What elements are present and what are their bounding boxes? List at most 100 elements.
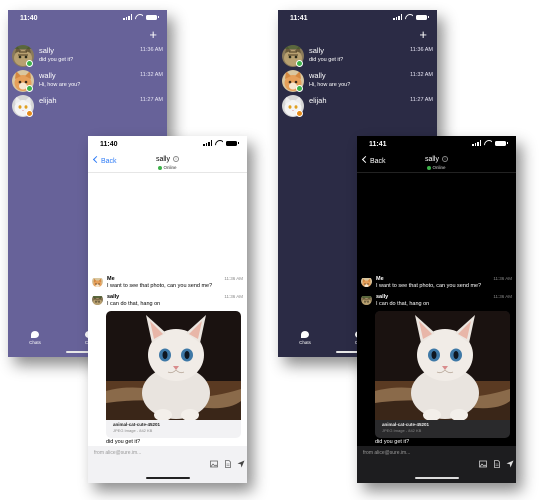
message-sender: sally [107, 294, 120, 300]
chat-preview: Hi, how are you? [309, 82, 351, 88]
message-time: 11:36 AM [224, 294, 243, 299]
message-input[interactable]: from alice@sure.im... [363, 450, 410, 456]
home-indicator[interactable] [145, 477, 190, 479]
presence-online-icon [427, 165, 432, 170]
cat-photo-image [106, 311, 241, 420]
status-bar: 11:40 [8, 10, 167, 30]
image-attachment[interactable]: animal-cat-cute-45201 JPEG Image - 842 K… [375, 311, 510, 438]
attachment-meta: JPEG Image - 842 KB [382, 428, 422, 433]
contact-name: sally [155, 156, 170, 163]
signal-icon [393, 14, 402, 20]
signal-icon [472, 140, 481, 146]
tab-label: Chats [299, 340, 311, 345]
battery-icon [146, 14, 159, 20]
message-composer: from alice@sure.im... [88, 446, 247, 483]
chat-name: sally [39, 46, 55, 55]
system-indicators [203, 140, 239, 146]
chat-name: elijah [39, 96, 57, 105]
presence-online-icon [296, 85, 303, 92]
chat-preview: did you get it? [309, 57, 344, 63]
message-composer: from alice@sure.im... [357, 446, 516, 483]
presence-online-icon [26, 85, 33, 92]
chat-row-sally[interactable]: sally did you get it? 11:36 AM [12, 45, 163, 69]
image-icon[interactable] [210, 460, 218, 468]
chat-row-elijah[interactable]: elijah 11:27 AM [282, 95, 433, 119]
conversation-screen-light: 11:40 Back sally i Online Me I want to se… [88, 136, 247, 483]
message-input[interactable]: from alice@sure.im... [94, 450, 141, 456]
status-bar: 11:41 [278, 10, 437, 30]
send-icon[interactable] [237, 460, 245, 468]
status-time: 11:41 [369, 141, 387, 148]
header-divider [357, 172, 516, 173]
avatar [92, 294, 103, 305]
status-bar: 11:40 [88, 136, 247, 156]
image-attachment[interactable]: animal-cat-cute-45201 JPEG Image - 842 K… [106, 311, 241, 438]
message-time: 11:36 AM [493, 276, 512, 281]
chat-row-sally[interactable]: sally did you get it? 11:36 AM [282, 45, 433, 69]
info-icon[interactable]: i [173, 156, 179, 162]
contact-status: Online [357, 165, 516, 170]
chat-name: sally [309, 46, 325, 55]
attachment-meta: JPEG Image - 842 KB [113, 428, 153, 433]
avatar [361, 294, 372, 305]
wifi-icon [215, 140, 223, 146]
signal-icon [203, 140, 212, 146]
message-sender: Me [376, 276, 384, 282]
message-time: 11:36 AM [493, 294, 512, 299]
new-chat-button[interactable]: + [149, 28, 157, 41]
wifi-icon [405, 14, 413, 20]
info-icon[interactable]: i [442, 156, 448, 162]
chat-time: 11:27 AM [140, 97, 163, 103]
chat-preview: did you get it? [39, 57, 74, 63]
presence-away-icon [296, 110, 303, 117]
file-icon[interactable] [493, 460, 501, 468]
contact-name: sally [424, 156, 439, 163]
system-indicators [123, 14, 159, 20]
file-icon[interactable] [224, 460, 232, 468]
chat-time: 11:32 AM [140, 72, 163, 78]
new-chat-button[interactable]: + [419, 28, 427, 41]
chat-row-wally[interactable]: wally Hi, how are you? 11:32 AM [12, 70, 163, 94]
conversation-screen-dark: 11:41 Back sally i Online Me I want to se… [357, 136, 516, 483]
chat-row-elijah[interactable]: elijah 11:27 AM [12, 95, 163, 119]
chat-time: 11:32 AM [410, 72, 433, 78]
chat-name: wally [309, 71, 326, 80]
attachment-filename: animal-cat-cute-45201 [382, 422, 430, 427]
home-indicator[interactable] [414, 477, 459, 479]
contact-title[interactable]: sally i [357, 156, 516, 163]
message-text: I can do that, hang on [107, 301, 161, 307]
message-text: did you get it? [106, 439, 141, 445]
image-icon[interactable] [479, 460, 487, 468]
contact-title[interactable]: sally i [88, 156, 247, 163]
message-item: Me I want to see that photo, can you sen… [92, 276, 243, 294]
chat-name: wally [39, 71, 56, 80]
contact-status-label: Online [163, 165, 177, 170]
presence-online-icon [26, 60, 33, 67]
message-item: sally I can do that, hang on 11:36 AM [361, 294, 512, 312]
message-item: Me I want to see that photo, can you sen… [361, 276, 512, 294]
chat-preview: Hi, how are you? [39, 82, 81, 88]
tab-chats[interactable]: Chats [22, 331, 48, 345]
battery-icon [416, 14, 429, 20]
presence-online-icon [158, 165, 163, 170]
status-time: 11:40 [100, 141, 118, 148]
presence-away-icon [26, 110, 33, 117]
send-icon[interactable] [506, 460, 514, 468]
contact-status: Online [88, 165, 247, 170]
presence-online-icon [296, 60, 303, 67]
wifi-icon [135, 14, 143, 20]
status-time: 11:40 [20, 15, 38, 22]
conversation-header: Back sally i Online [357, 155, 516, 172]
chat-time: 11:36 AM [410, 47, 433, 53]
avatar [92, 276, 103, 287]
message-sender: Me [107, 276, 115, 282]
chat-row-wally[interactable]: wally Hi, how are you? 11:32 AM [282, 70, 433, 94]
contact-status-label: Online [432, 165, 446, 170]
tab-chats[interactable]: Chats [292, 331, 318, 345]
conversation-header: Back sally i Online [88, 155, 247, 172]
system-indicators [393, 14, 429, 20]
message-item: sally I can do that, hang on 11:36 AM [92, 294, 243, 312]
battery-icon [226, 140, 239, 146]
chat-time: 11:27 AM [410, 97, 433, 103]
tab-label: Chats [29, 340, 41, 345]
